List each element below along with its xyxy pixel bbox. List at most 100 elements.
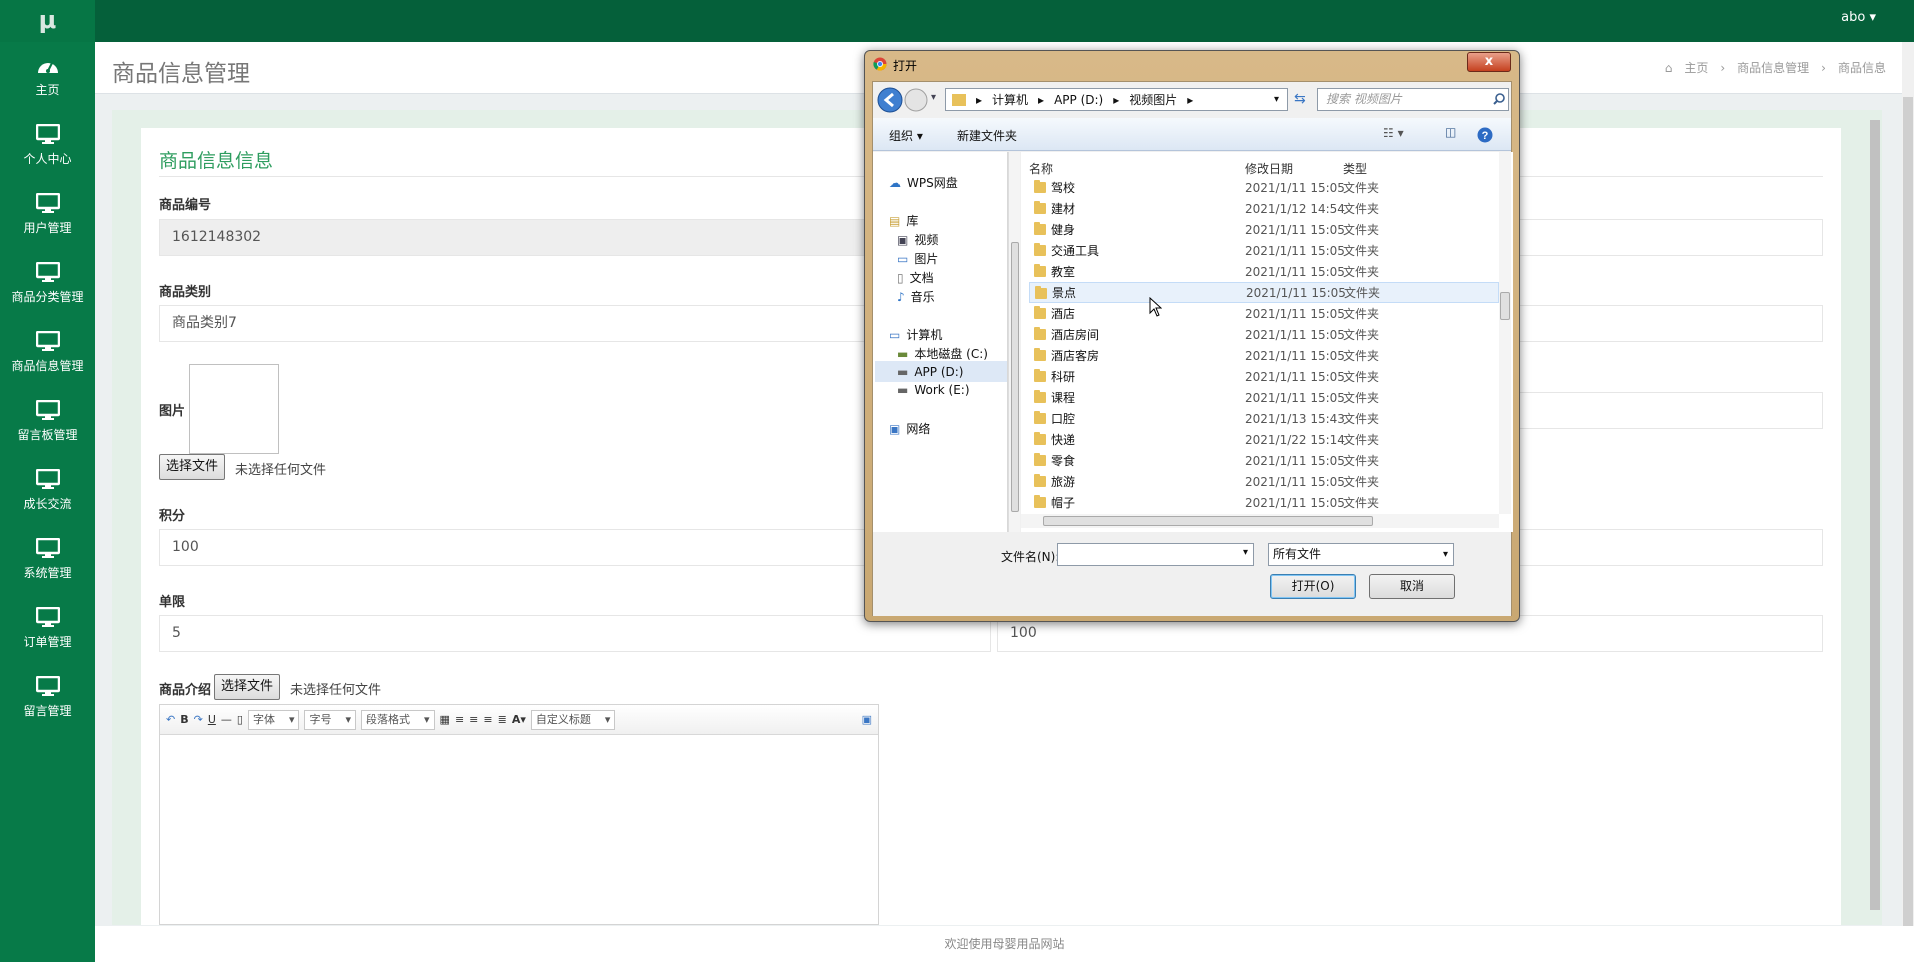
nav-scrollbar[interactable]: [1008, 152, 1020, 532]
search-icon[interactable]: [1493, 93, 1505, 105]
scrollbar-thumb[interactable]: [1500, 292, 1510, 320]
chevron-down-icon[interactable]: ▾: [931, 92, 936, 103]
file-row[interactable]: 酒店房间 2021/1/11 15:05 文件夹: [1029, 324, 1499, 345]
align-center-icon[interactable]: ≡: [469, 713, 478, 726]
file-row[interactable]: 景点 2021/1/11 15:05 文件夹: [1029, 282, 1499, 303]
nav-network[interactable]: ▣ 网络: [889, 420, 930, 437]
file-row[interactable]: 酒店客房 2021/1/11 15:05 文件夹: [1029, 345, 1499, 366]
sidebar-item-growth[interactable]: 成长交流: [0, 456, 95, 525]
file-row[interactable]: 科研 2021/1/11 15:05 文件夹: [1029, 366, 1499, 387]
cancel-button[interactable]: 取消: [1369, 574, 1455, 599]
bold-icon[interactable]: B: [180, 713, 188, 726]
custom-title-select[interactable]: 自定义标题 ▾: [530, 709, 616, 730]
file-row[interactable]: 教室 2021/1/11 15:05 文件夹: [1029, 261, 1499, 282]
sidebar-item-personal[interactable]: 个人中心: [0, 111, 95, 180]
scrollbar-thumb[interactable]: [1903, 97, 1913, 957]
preview-pane-icon[interactable]: ◫: [1445, 125, 1456, 139]
page-scrollbar[interactable]: [1868, 112, 1880, 912]
sidebar-item-users[interactable]: 用户管理: [0, 180, 95, 249]
breadcrumb-home[interactable]: 主页: [1684, 59, 1708, 76]
column-date[interactable]: 修改日期: [1245, 160, 1293, 177]
file-type: 文件夹: [1343, 328, 1380, 342]
file-row[interactable]: 快递 2021/1/22 15:14 文件夹: [1029, 429, 1499, 450]
file-hscrollbar[interactable]: [1021, 514, 1499, 528]
nav-drive-c[interactable]: ▬ 本地磁盘 (C:): [897, 345, 988, 362]
address-folder[interactable]: 视频图片: [1129, 91, 1177, 108]
file-row[interactable]: 口腔 2021/1/13 15:43 文件夹: [1029, 408, 1499, 429]
caret-down-icon: ▾: [345, 712, 352, 726]
size-select[interactable]: 字号 ▾: [304, 709, 357, 730]
address-computer[interactable]: 计算机: [992, 91, 1028, 108]
column-type[interactable]: 类型: [1343, 160, 1367, 177]
scrollbar-thumb[interactable]: [1011, 242, 1019, 512]
file-row[interactable]: 建材 2021/1/12 14:54 文件夹: [1029, 198, 1499, 219]
font-color-icon[interactable]: A▾: [512, 713, 526, 726]
nav-drive-d[interactable]: ▬ APP (D:): [875, 361, 1007, 382]
table-icon[interactable]: ▦: [440, 713, 450, 726]
choose-intro-file-button[interactable]: 选择文件: [214, 674, 281, 700]
file-row[interactable]: 帽子 2021/1/11 15:05 文件夹: [1029, 492, 1499, 513]
forward-button[interactable]: [903, 87, 929, 113]
folder-icon: [1034, 369, 1046, 382]
file-row[interactable]: 课程 2021/1/11 15:05 文件夹: [1029, 387, 1499, 408]
logo[interactable]: μ: [0, 0, 95, 42]
back-button[interactable]: [877, 87, 903, 113]
file-row[interactable]: 交通工具 2021/1/11 15:05 文件夹: [1029, 240, 1499, 261]
nav-wps-cloud[interactable]: ☁ WPS网盘: [889, 174, 958, 191]
new-folder-button[interactable]: 新建文件夹: [957, 127, 1017, 144]
file-row[interactable]: 酒店 2021/1/11 15:05 文件夹: [1029, 303, 1499, 324]
window-scrollbar[interactable]: [1902, 42, 1914, 962]
align-justify-icon[interactable]: ≣: [498, 713, 507, 726]
file-row[interactable]: 健身 2021/1/11 15:05 文件夹: [1029, 219, 1499, 240]
file-type: 文件夹: [1343, 391, 1380, 405]
nav-drive-e[interactable]: ▬ Work (E:): [897, 383, 970, 397]
file-row[interactable]: 旅游 2021/1/11 15:05 文件夹: [1029, 471, 1499, 492]
sidebar-item-messageboard[interactable]: 留言板管理: [0, 387, 95, 456]
paragraph-select[interactable]: 段落格式 ▾: [361, 709, 435, 730]
horizontal-rule-icon[interactable]: —: [221, 713, 232, 726]
file-row[interactable]: 零食 2021/1/11 15:05 文件夹: [1029, 450, 1499, 471]
undo-icon[interactable]: ↶: [166, 713, 175, 726]
nav-library[interactable]: ▤ 库: [889, 212, 918, 229]
sidebar-item-home[interactable]: 主页: [0, 42, 95, 111]
redo-icon[interactable]: ↷: [194, 713, 203, 726]
sidebar-item-orders[interactable]: 订单管理: [0, 594, 95, 663]
sidebar-item-system[interactable]: 系统管理: [0, 525, 95, 594]
filename-input[interactable]: ▾: [1057, 543, 1254, 566]
align-right-icon[interactable]: ≡: [483, 713, 492, 726]
file-row[interactable]: 驾校 2021/1/11 15:05 文件夹: [1029, 177, 1499, 198]
scrollbar-thumb[interactable]: [1043, 516, 1373, 526]
refresh-icon[interactable]: ⇆: [1294, 91, 1306, 107]
caret-down-icon[interactable]: ▾: [1243, 547, 1248, 558]
view-options-icon[interactable]: ☷ ▾: [1383, 126, 1404, 140]
address-bar[interactable]: ▸ 计算机 ▸ APP (D:) ▸ 视频图片 ▸ ▾: [945, 88, 1288, 111]
nav-documents[interactable]: ▯ 文档: [897, 269, 934, 286]
organize-button[interactable]: 组织 ▾: [889, 127, 923, 144]
breadcrumb-products[interactable]: 商品信息管理: [1737, 59, 1809, 76]
column-name[interactable]: 名称: [1029, 160, 1053, 177]
sidebar-item-category[interactable]: 商品分类管理: [0, 249, 95, 318]
close-button[interactable]: x: [1467, 52, 1511, 72]
address-drive[interactable]: APP (D:): [1054, 93, 1103, 107]
choose-image-button[interactable]: 选择文件: [159, 454, 226, 480]
user-menu[interactable]: abo ▾: [1841, 10, 1876, 25]
fullscreen-icon[interactable]: ▣: [862, 713, 872, 726]
address-dropdown-icon[interactable]: ▾: [1274, 94, 1279, 105]
search-input[interactable]: 搜索 视频图片: [1317, 88, 1509, 111]
nav-pictures[interactable]: ▭ 图片: [897, 250, 938, 267]
nav-music[interactable]: ♪ 音乐: [897, 288, 935, 305]
help-icon[interactable]: ?: [1477, 127, 1493, 143]
open-button[interactable]: 打开(O): [1270, 574, 1356, 599]
underline-icon[interactable]: U: [208, 713, 216, 726]
scrollbar-thumb[interactable]: [1870, 120, 1880, 910]
picture-icon: ▭: [897, 251, 909, 266]
nav-computer[interactable]: ▭ 计算机: [889, 326, 942, 343]
file-vscrollbar[interactable]: [1499, 152, 1511, 514]
nav-videos[interactable]: ▣ 视频: [897, 231, 938, 248]
font-select[interactable]: 字体 ▾: [247, 709, 300, 730]
file-type-select[interactable]: 所有文件 ▾: [1268, 543, 1454, 566]
sidebar-item-products[interactable]: 商品信息管理: [0, 318, 95, 387]
sidebar-item-messages[interactable]: 留言管理: [0, 663, 95, 732]
page-icon[interactable]: ▯: [237, 713, 243, 726]
align-left-icon[interactable]: ≡: [455, 713, 464, 726]
